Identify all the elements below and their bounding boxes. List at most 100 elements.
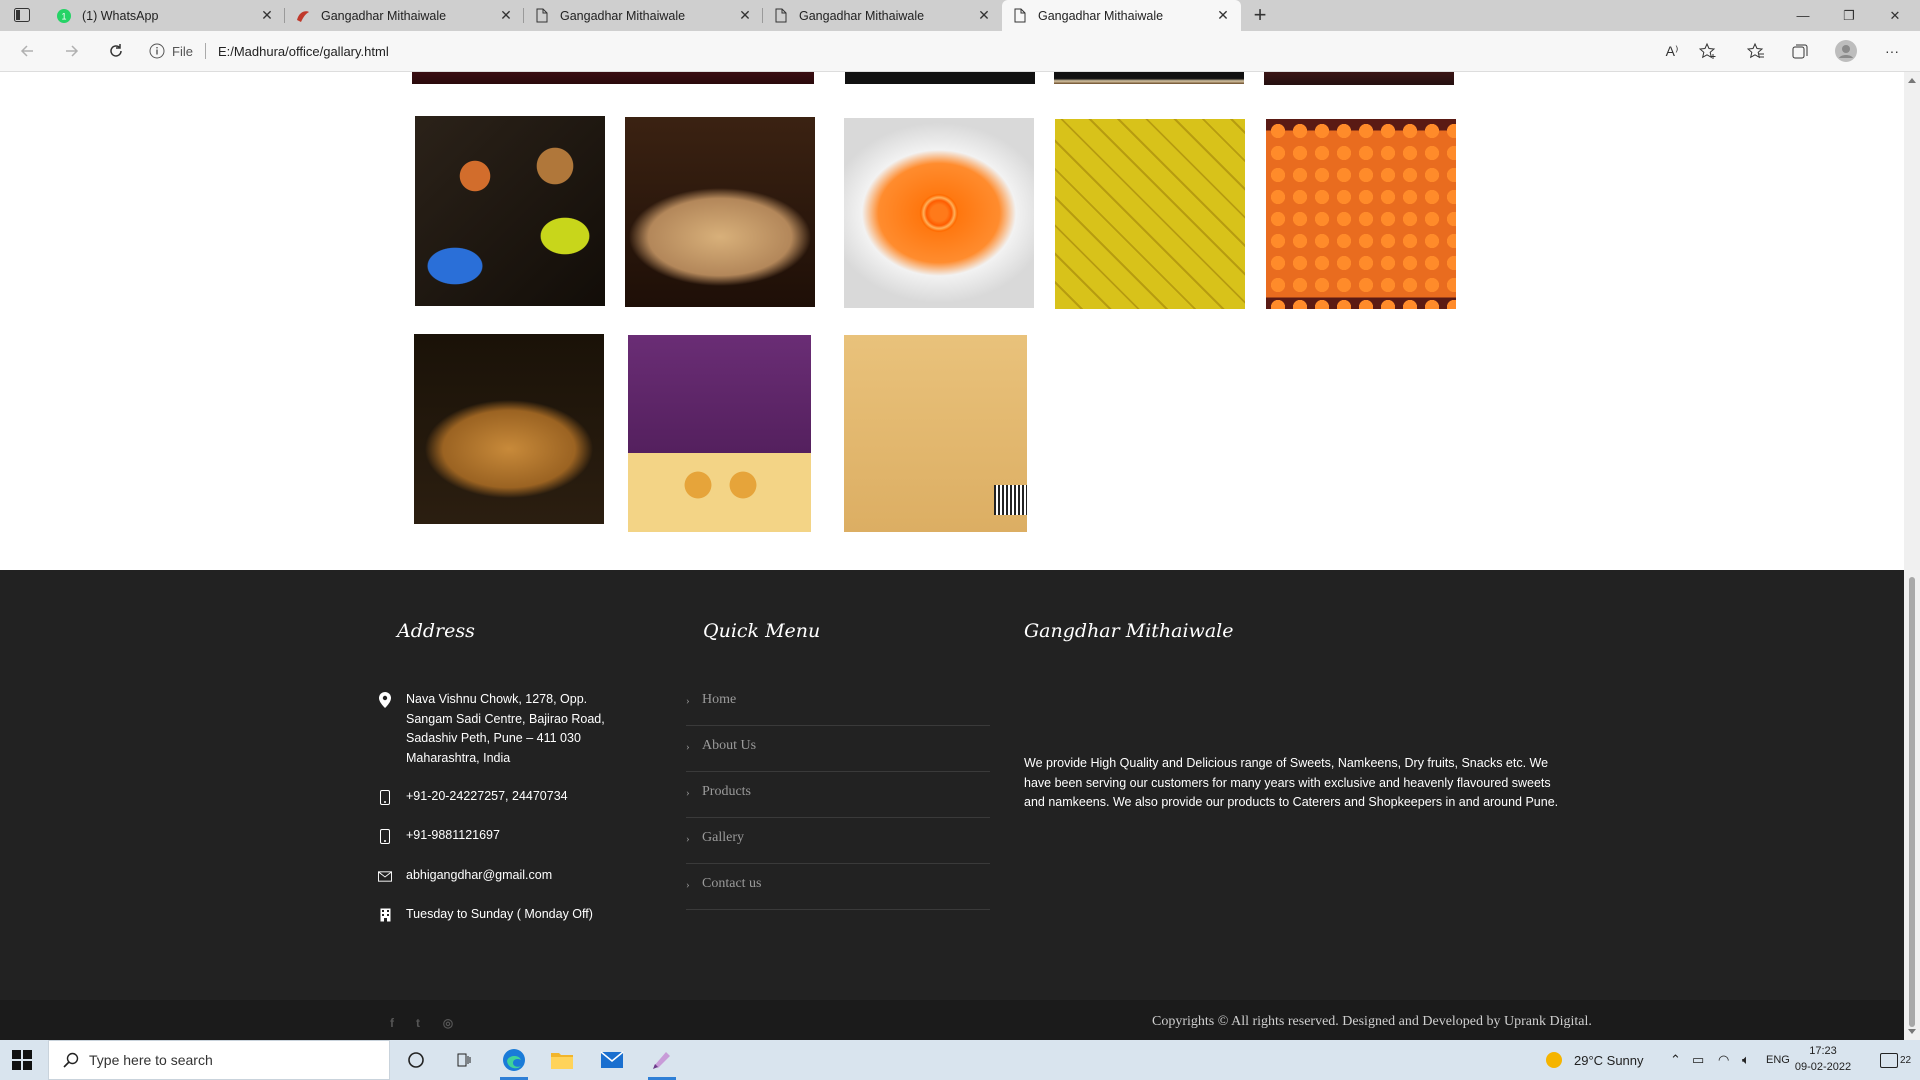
wifi-icon[interactable]: ◠ xyxy=(1718,1040,1729,1080)
page-icon xyxy=(1012,8,1028,24)
gallery-image-partial[interactable] xyxy=(1054,72,1244,84)
tab-title: Gangadhar Mithaiwale xyxy=(321,8,447,23)
footer-bottom-bar: f t ◎ Copyrights © All rights reserved. … xyxy=(0,1000,1904,1040)
whatsapp-icon: 1 xyxy=(56,8,72,24)
email-text[interactable]: abhigangdhar@gmail.com xyxy=(406,866,616,886)
forward-button[interactable] xyxy=(60,39,84,63)
more-options-icon[interactable]: ··· xyxy=(1880,39,1904,63)
tab-title: Gangadhar Mithaiwale xyxy=(799,8,925,23)
gallery-image-dhokla[interactable] xyxy=(1055,119,1245,309)
back-button[interactable] xyxy=(15,39,39,63)
address-heading: Address xyxy=(397,620,475,642)
gallery-image-chivda-mixture[interactable] xyxy=(414,334,604,524)
scroll-up-icon[interactable] xyxy=(1908,78,1916,83)
chevron-right-icon: › xyxy=(686,879,690,891)
twitter-icon[interactable]: t xyxy=(411,1016,425,1030)
scrollbar-thumb[interactable] xyxy=(1909,577,1915,1027)
close-tab-icon[interactable]: ✕ xyxy=(976,7,992,24)
tab-whatsapp[interactable]: 1 (1) WhatsApp ✕ xyxy=(46,0,285,31)
about-heading: Gangdhar Mithaiwale xyxy=(1024,620,1234,642)
copyright-text: Copyrights © All rights reserved. Design… xyxy=(1152,1014,1592,1029)
instagram-icon[interactable]: ◎ xyxy=(441,1016,455,1030)
gallery-image-sev-namkeen[interactable] xyxy=(625,117,815,307)
new-tab-button[interactable]: + xyxy=(1248,4,1272,28)
gallery-image-partial[interactable] xyxy=(412,72,814,84)
minimize-button[interactable]: ― xyxy=(1780,0,1826,31)
gallery-image-boondi-laddu[interactable] xyxy=(1266,119,1456,309)
volume-icon[interactable]: 🔈︎ xyxy=(1742,1040,1750,1080)
chevron-right-icon: › xyxy=(686,787,690,799)
building-icon xyxy=(378,907,392,923)
footer-menu-gallery[interactable]: › Gallery xyxy=(686,818,990,864)
tab-title: Gangadhar Mithaiwale xyxy=(560,8,686,23)
notification-icon xyxy=(1880,1052,1898,1068)
tab-gangadhar-active[interactable]: Gangadhar Mithaiwale ✕ xyxy=(1002,0,1241,31)
site-logo-icon xyxy=(295,8,311,24)
mail-icon[interactable] xyxy=(588,1040,636,1080)
scroll-down-icon[interactable] xyxy=(1908,1029,1916,1034)
paint-app-icon[interactable] xyxy=(638,1040,686,1080)
url-field[interactable]: File E:/Madhura/office/gallary.html xyxy=(148,36,1708,66)
phone-text[interactable]: +91-20-24227257, 24470734 xyxy=(406,787,616,807)
tab-title: (1) WhatsApp xyxy=(82,8,159,23)
tab-gangadhar-2[interactable]: Gangadhar Mithaiwale ✕ xyxy=(524,0,763,31)
footer-menu-contact-us[interactable]: › Contact us xyxy=(686,864,990,910)
footer-menu-home[interactable]: › Home xyxy=(686,680,990,726)
read-aloud-icon[interactable]: A⁾ xyxy=(1660,39,1684,63)
url-scheme: File xyxy=(172,43,193,59)
page-icon xyxy=(534,8,550,24)
tab-actions-icon[interactable] xyxy=(14,8,30,22)
mobile-phone-icon xyxy=(378,828,392,844)
info-icon[interactable] xyxy=(148,42,166,60)
profile-avatar-icon[interactable] xyxy=(1834,39,1858,63)
taskbar-clock[interactable]: 17:23 09-02-2022 xyxy=(1788,1043,1858,1075)
address-bar: File E:/Madhura/office/gallary.html A⁾ ·… xyxy=(0,31,1920,72)
tab-bar: 1 (1) WhatsApp ✕ Gangadhar Mithaiwale ✕ … xyxy=(0,0,1920,31)
battery-icon[interactable]: ▭ xyxy=(1692,1040,1704,1080)
collections-icon[interactable] xyxy=(1788,39,1812,63)
windows-taskbar: Type here to search 29°C Sunny ⌃ ▭ ◠ 🔈︎ … xyxy=(0,1040,1920,1080)
file-explorer-icon[interactable] xyxy=(538,1040,586,1080)
gallery-image-besan-laddu-mix-box-front[interactable] xyxy=(628,335,811,532)
svg-text:1: 1 xyxy=(61,11,66,21)
language-indicator[interactable]: ENG xyxy=(1766,1040,1790,1080)
taskbar-search-box[interactable]: Type here to search xyxy=(48,1040,390,1080)
edge-browser-icon[interactable] xyxy=(490,1040,538,1080)
weather-text: 29°C Sunny xyxy=(1574,1052,1644,1068)
restore-button[interactable]: ❐ xyxy=(1826,0,1872,31)
envelope-icon xyxy=(378,868,392,884)
gallery-image-partial[interactable] xyxy=(1264,72,1454,85)
notification-center-button[interactable]: 22 xyxy=(1880,1040,1911,1080)
gallery-image-besan-laddu-mix-box-back[interactable] xyxy=(844,335,1027,532)
close-window-button[interactable]: ✕ xyxy=(1872,0,1918,31)
tab-gangadhar-3[interactable]: Gangadhar Mithaiwale ✕ xyxy=(763,0,1002,31)
add-favorite-icon[interactable] xyxy=(1696,39,1720,63)
gallery-image-jalebi[interactable] xyxy=(844,118,1034,308)
clock-time: 17:23 xyxy=(1809,1045,1837,1057)
vertical-scrollbar[interactable] xyxy=(1904,72,1920,1040)
close-tab-icon[interactable]: ✕ xyxy=(259,7,275,24)
close-tab-icon[interactable]: ✕ xyxy=(737,7,753,24)
chevron-right-icon: › xyxy=(686,695,690,707)
footer-menu-products[interactable]: › Products xyxy=(686,772,990,818)
hours-text: Tuesday to Sunday ( Monday Off) xyxy=(406,907,593,921)
weather-widget[interactable]: 29°C Sunny xyxy=(1546,1040,1644,1080)
favorites-icon[interactable] xyxy=(1744,39,1768,63)
search-placeholder: Type here to search xyxy=(89,1052,213,1068)
mobile-text[interactable]: +91-9881121697 xyxy=(406,826,616,846)
facebook-icon[interactable]: f xyxy=(385,1016,399,1030)
windows-start-icon[interactable] xyxy=(12,1050,32,1070)
gallery-image-partial[interactable] xyxy=(845,72,1035,84)
tab-gangadhar-1[interactable]: Gangadhar Mithaiwale ✕ xyxy=(285,0,524,31)
refresh-button[interactable] xyxy=(104,39,128,63)
show-hidden-icons-button[interactable]: ⌃ xyxy=(1670,1040,1681,1080)
close-tab-icon[interactable]: ✕ xyxy=(1215,7,1231,24)
footer-menu-about-us[interactable]: › About Us xyxy=(686,726,990,772)
gallery-image-spicy-snacks-bowls[interactable] xyxy=(415,116,605,306)
page-icon xyxy=(773,8,789,24)
page-viewport: Address Quick Menu Gangdhar Mithaiwale N… xyxy=(0,72,1904,1040)
close-tab-icon[interactable]: ✕ xyxy=(498,7,514,24)
task-view-icon[interactable] xyxy=(440,1040,488,1080)
address-text: Nava Vishnu Chowk, 1278, Opp. Sangam Sad… xyxy=(406,692,605,765)
cortana-icon[interactable] xyxy=(392,1040,440,1080)
